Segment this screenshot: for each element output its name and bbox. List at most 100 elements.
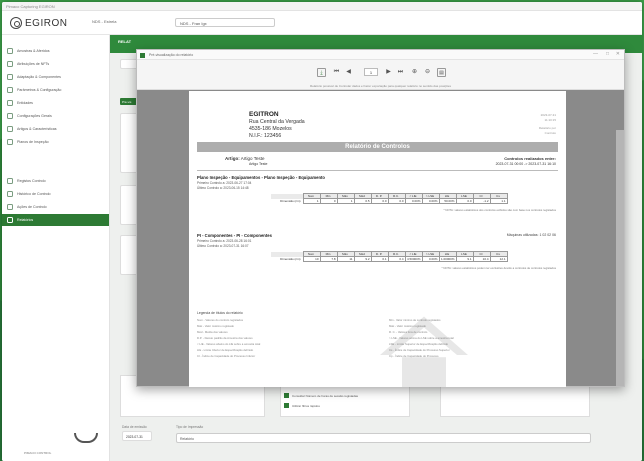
controlos-label: Controlos realizados entre: — [504, 156, 556, 161]
legend-entry: LSE - Limite Superior de Especificação d… — [389, 342, 449, 346]
report-by-value: Controlo — [544, 131, 556, 135]
print-type-select[interactable]: Relatório — [176, 433, 591, 443]
page-number-input[interactable]: 1 — [364, 68, 378, 76]
table-cell: 0.00% — [421, 256, 440, 262]
sidebar-item-label: Registos Controlo — [17, 179, 46, 183]
checkbox-checked-icon[interactable] — [284, 403, 289, 408]
table-cell: 1.00000% — [438, 256, 457, 262]
logo: EGIRON — [10, 17, 67, 29]
report-title: Relatório de Controlos — [197, 142, 558, 152]
table-cell: 11 — [336, 256, 355, 262]
company-name: EGITRON — [249, 111, 279, 118]
section-1-note: * NOTA: valores estatísticos dos control… — [443, 208, 557, 212]
emission-date-field[interactable]: 2023-07-31 — [122, 431, 152, 441]
report-by: Relatório por — [538, 126, 556, 130]
table-cell: 0.0 — [455, 198, 474, 204]
sidebar-item[interactable]: Ações de Controlo — [2, 201, 109, 213]
list-icon — [7, 61, 13, 67]
sidebar-item[interactable]: Registos Controlo — [2, 175, 109, 187]
top-select[interactable]: NDS - Fran Igx — [175, 18, 275, 27]
legend-title: Legenda de títulos do relatório — [197, 311, 243, 315]
first-page-icon[interactable]: ⏮ — [332, 68, 341, 77]
dialog-title: Pré-visualização do relatório — [149, 52, 194, 57]
table-cell: 9.2 — [353, 256, 372, 262]
sidebar-item[interactable]: Entidades — [2, 97, 109, 109]
table-cell: 10.4 — [472, 256, 491, 262]
logo-text: EGIRON — [25, 17, 68, 29]
app-window: Pimaco Capturing EGIRON EGIRON NDS - Est… — [2, 2, 642, 461]
sidebar-item-label: Histórico de Controlo — [17, 192, 51, 196]
history-icon — [7, 191, 13, 197]
section-2-title: PI - Componentes - PI - Componentes — [197, 233, 272, 238]
action-icon — [7, 204, 13, 210]
sidebar-item[interactable]: Artigos & Características — [2, 123, 109, 135]
sidebar-item[interactable]: Adaptação & Componentes — [2, 71, 109, 83]
table-cell: 0.4 — [387, 256, 406, 262]
sidebar-item[interactable]: Configurações Gerais — [2, 110, 109, 122]
next-page-icon[interactable]: ▶ — [384, 68, 393, 77]
maximize-icon[interactable]: □ — [606, 51, 609, 57]
sidebar: PIMACO CONTROL Amostras & Aferidos Atribu… — [2, 35, 110, 461]
viewer-scrollbar[interactable] — [616, 130, 624, 386]
report-viewer[interactable]: EGITRON Rua Central da Vergada 4535-186 … — [137, 90, 624, 387]
dialog-title-bar: Pré-visualização do relatório — □ ✕ — [137, 50, 624, 60]
app-icon — [140, 52, 145, 58]
controlos-range: 2023-07-31 00:00 -> 2023-07-31 16:10 — [495, 162, 556, 166]
report-icon — [7, 217, 13, 223]
sidebar-item[interactable]: Planos de Inspeção — [2, 136, 109, 148]
sidebar-item-label: Configurações Gerais — [17, 114, 52, 118]
sidebar-footer-text: PIMACO CONTROL — [24, 451, 52, 455]
prev-page-icon[interactable]: ◀ — [344, 68, 353, 77]
table-cell: 0.00% — [421, 198, 440, 204]
section-1-table: Nom Min Máx Méd D. P. R.C. < LIE > LSE LIE LSE CI C… — [271, 193, 508, 204]
legend-entry: > LSE - Valores acima do LSE sobre a amo… — [389, 336, 454, 340]
table-cell: 12.1 — [489, 256, 508, 262]
print-icon[interactable]: ▤ — [437, 68, 446, 77]
check-label-1: Consultar Número de horas de sessão regi… — [292, 393, 359, 398]
print-type-label: Tipo de Impressão — [176, 425, 204, 429]
legend-entry: Cs - Índice de Capacidade do Processo Su… — [389, 348, 450, 352]
sidebar-item[interactable]: Relatórios — [2, 214, 109, 226]
zoom-in-icon[interactable]: ⊕ — [410, 68, 419, 77]
settings-icon — [7, 87, 13, 93]
section-2-first: Primeiro Controlo a: 2023-06-28 16:01 — [197, 239, 252, 243]
logo-icon — [10, 17, 22, 29]
close-icon[interactable]: ✕ — [616, 51, 620, 57]
table-cell: 1 — [336, 198, 355, 204]
check-row-1[interactable]: Consultar Número de horas de sessão regi… — [284, 393, 358, 398]
legend-entry: Cp - Índice de Capacidade do Processo — [389, 354, 439, 358]
table-cell: 9.1 — [455, 256, 474, 262]
artigo-row: Artigo: Artigo Teste — [225, 156, 264, 161]
minimize-icon[interactable]: — — [593, 51, 598, 57]
legend-entry: LIE - Limite Inferior de Especificação d… — [197, 348, 254, 352]
article-icon — [7, 126, 13, 132]
section-1-title: Plano Inspeção - Equipamentos - Plano In… — [197, 175, 325, 180]
title-bar-text: Pimaco Capturing EGIRON — [6, 4, 55, 9]
sidebar-item[interactable]: Amostras & Aferidos — [2, 45, 109, 57]
adapter-icon — [7, 74, 13, 80]
legend-entry: D.P. - Desvio padrão da Amostra dos valo… — [197, 336, 253, 340]
last-page-icon[interactable]: ⏭ — [396, 68, 405, 77]
artigo-sub: Artigo Teste — [249, 162, 268, 166]
table-cell: 0 — [319, 198, 338, 204]
section-2-note: * NOTA: valores estatísticos podem ter e… — [441, 266, 556, 270]
table-row-label: Dimensão (cm) — [280, 257, 301, 261]
title-bar: Pimaco Capturing EGIRON — [2, 2, 642, 11]
artigo-value: Artigo Teste — [240, 156, 265, 161]
table-cell: 10 — [302, 256, 321, 262]
sidebar-item[interactable]: Parâmetros & Configuração — [2, 84, 109, 96]
table-cell: 50.00% — [438, 198, 457, 204]
check-row-2[interactable]: Utilizar filtros rápidos — [284, 403, 320, 408]
zoom-out-icon[interactable]: ⊖ — [423, 68, 432, 77]
table-cell: 0.5 — [353, 198, 372, 204]
legend-entry: Méd - Média dos valores — [197, 330, 228, 334]
sidebar-item[interactable]: Histórico de Controlo — [2, 188, 109, 200]
checkbox-checked-icon[interactable] — [284, 393, 289, 398]
toolbar-hint: Relatório possível de Controlar dados e … — [310, 84, 451, 88]
company-address-1: Rua Central da Vergada — [249, 119, 305, 125]
check-label-2: Utilizar filtros rápidos — [292, 403, 320, 408]
sidebar-item[interactable]: Atribuições de NFTs — [2, 58, 109, 70]
config-icon — [7, 113, 13, 119]
table-cell: 0.1 — [370, 256, 389, 262]
export-icon[interactable]: ⤓ — [317, 68, 326, 77]
